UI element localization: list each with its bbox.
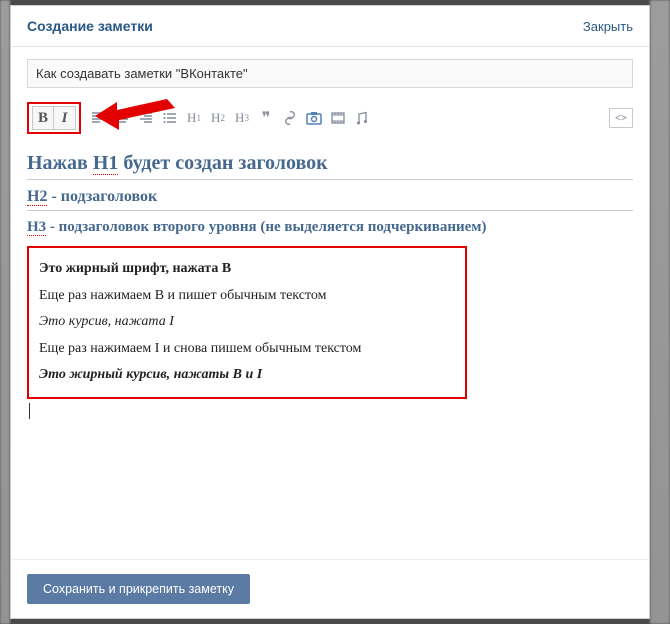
- align-right-button[interactable]: [135, 107, 157, 129]
- text-cursor: [29, 403, 633, 419]
- normal-example-1: Еще раз нажимаем В и пишет обычным текст…: [39, 283, 455, 310]
- h2-button[interactable]: H2: [207, 107, 229, 129]
- align-left-button[interactable]: [87, 107, 109, 129]
- bold-italic-example: Это жирный курсив, нажаты В и I: [39, 362, 455, 389]
- h1-button[interactable]: H1: [183, 107, 205, 129]
- note-creation-modal: Создание заметки Закрыть B I: [10, 5, 650, 619]
- quote-button[interactable]: ❞: [255, 107, 277, 129]
- modal-footer: Сохранить и прикрепить заметку: [11, 559, 649, 618]
- h3-example: Н3 - подзаголовок второго уровня (не выд…: [27, 219, 633, 236]
- bold-example: Это жирный шрифт, нажата В: [39, 256, 455, 283]
- photo-button[interactable]: [303, 107, 325, 129]
- audio-button[interactable]: [351, 107, 373, 129]
- h3-button[interactable]: H3: [231, 107, 253, 129]
- h1-example: Нажав Н1 будет создан заголовок: [27, 152, 633, 180]
- bold-button[interactable]: B: [32, 106, 54, 130]
- italic-example: Это курсив, нажата I: [39, 309, 455, 336]
- editor-toolbar: B I H1: [27, 98, 633, 138]
- align-center-button[interactable]: [111, 107, 133, 129]
- close-button[interactable]: Закрыть: [583, 19, 633, 34]
- list-button[interactable]: [159, 107, 181, 129]
- save-button[interactable]: Сохранить и прикрепить заметку: [27, 574, 250, 604]
- h2-example: Н2 - подзаголовок: [27, 188, 633, 211]
- video-button[interactable]: [327, 107, 349, 129]
- text-style-examples: Это жирный шрифт, нажата В Еще раз нажим…: [27, 246, 467, 399]
- normal-example-2: Еще раз нажимаем I и снова пишем обычным…: [39, 336, 455, 363]
- link-button[interactable]: [279, 107, 301, 129]
- italic-button[interactable]: I: [54, 106, 76, 130]
- note-title-input[interactable]: [27, 59, 633, 88]
- code-view-button[interactable]: <>: [609, 108, 633, 128]
- modal-title: Создание заметки: [27, 18, 153, 34]
- modal-header: Создание заметки Закрыть: [11, 6, 649, 47]
- editor-content[interactable]: Нажав Н1 будет создан заголовок Н2 - под…: [27, 152, 633, 419]
- bold-italic-highlight: B I: [27, 102, 81, 134]
